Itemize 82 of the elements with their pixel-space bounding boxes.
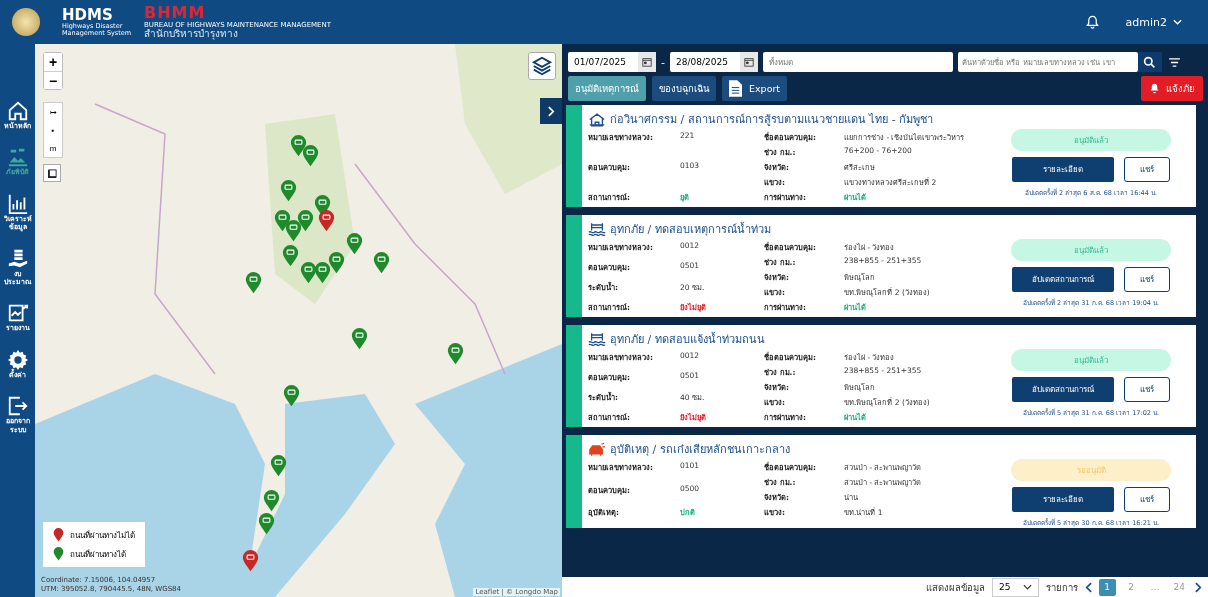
date-to-field[interactable]: 28/08/2025: [670, 52, 758, 72]
square-icon: [47, 168, 57, 178]
logout-icon: [6, 395, 29, 418]
map-pin[interactable]: [346, 233, 363, 255]
map-pin[interactable]: [373, 252, 390, 274]
tab[interactable]: ของบฉุกเฉิน: [652, 76, 716, 101]
detail-button[interactable]: อัปเดตสถานการณ์: [1012, 267, 1114, 292]
document-icon: [729, 80, 742, 97]
report-disaster-button[interactable]: แจ้งภัย: [1141, 76, 1203, 101]
bar-chart-icon: [6, 192, 29, 215]
date-separator: -: [661, 55, 665, 69]
agency-name: สำนักบริหารบำรุงทาง: [144, 29, 239, 40]
map-pin[interactable]: [245, 272, 262, 294]
bhmm-logo-text: BHMM: [144, 4, 206, 21]
disaster-scene-icon: [6, 146, 29, 169]
map-pin[interactable]: [314, 262, 331, 284]
page-button[interactable]: 1: [1098, 578, 1116, 596]
coins-hand-icon: [6, 247, 29, 270]
status-badge: อนุมัติแล้ว: [1011, 349, 1171, 371]
filter-icon[interactable]: [1169, 57, 1180, 67]
items-label: รายการ: [1045, 580, 1078, 595]
map-pin[interactable]: [328, 252, 345, 274]
page-size-select[interactable]: 25: [992, 577, 1039, 597]
incident-title[interactable]: อุบัติเหตุ / รถเก๋งเสียหลักชนเกาะกลาง: [610, 440, 790, 458]
bell-icon: [1149, 83, 1160, 94]
date-from-field[interactable]: 01/07/2025: [568, 52, 656, 72]
share-button[interactable]: แชร์: [1124, 487, 1170, 512]
settings-icon: [6, 348, 29, 371]
map-pin[interactable]: [258, 513, 275, 535]
incident-title[interactable]: อุทกภัย / ทดสอบเหตุการณ์น้ำท่วม: [610, 220, 771, 238]
chevron-down-icon: [1022, 584, 1032, 590]
map-pin[interactable]: [285, 220, 302, 242]
incident-title[interactable]: อุทกภัย / ทดสอบแจ้งน้ำท่วมถนน: [610, 330, 765, 348]
search-button[interactable]: [1138, 52, 1162, 72]
page-size-label: แสดงผลข้อมูล: [926, 580, 986, 595]
home-icon: [6, 100, 29, 122]
map-pin[interactable]: [283, 385, 300, 407]
zoom-out-button[interactable]: −: [44, 71, 62, 89]
export-button[interactable]: Export: [722, 76, 788, 101]
calendar-icon: [744, 57, 754, 67]
share-button[interactable]: แชร์: [1124, 267, 1170, 292]
map-pin[interactable]: [447, 343, 464, 365]
share-button[interactable]: แชร์: [1124, 157, 1170, 182]
status-badge: อนุมัติแล้ว: [1011, 239, 1171, 261]
chevron-right-icon[interactable]: [1195, 581, 1202, 593]
map-pin[interactable]: [290, 135, 307, 157]
chevron-right-icon: [547, 105, 555, 117]
layers-button[interactable]: [528, 52, 556, 80]
damaged-house-icon: [588, 111, 606, 127]
flooded-road-icon: [588, 331, 606, 347]
flooded-road-icon: [588, 221, 606, 237]
map-pin[interactable]: [351, 328, 368, 350]
detail-button[interactable]: รายละเอียด: [1012, 157, 1114, 182]
share-button[interactable]: แชร์: [1124, 377, 1170, 402]
map-pin[interactable]: [302, 145, 319, 167]
calendar-icon: [642, 57, 652, 67]
user-menu[interactable]: admin2: [1119, 14, 1188, 30]
hdms-logo-text: HDMS: [62, 8, 113, 23]
emblem-logo: [12, 8, 40, 36]
detail-button[interactable]: รายละเอียด: [1012, 487, 1114, 512]
map-pin[interactable]: [242, 550, 259, 572]
legend-label: ถนนที่ผ่านทางได้: [70, 548, 126, 561]
map-pin[interactable]: [263, 490, 280, 512]
map-pin[interactable]: [300, 262, 317, 284]
status-badge: อนุมัติแล้ว: [1011, 129, 1171, 151]
map-pin[interactable]: [270, 455, 287, 477]
detail-button[interactable]: อัปเดตสถานการณ์: [1012, 377, 1114, 402]
map-pin[interactable]: [282, 245, 299, 267]
expand-panel-button[interactable]: [540, 98, 562, 124]
layers-icon: [531, 55, 553, 77]
status-badge: รออนุมัติ: [1011, 459, 1171, 481]
incident-title[interactable]: ก่อวินาศกรรม / สถานการณ์การสู้รบตามแนวชายแดน ไทย - กัมพูชา: [610, 110, 934, 128]
bell-icon[interactable]: [1084, 14, 1100, 30]
map-pin[interactable]: [318, 210, 335, 232]
chevron-left-icon[interactable]: [1084, 581, 1092, 593]
map-pin[interactable]: [280, 180, 297, 202]
legend-label: ถนนที่ผ่านทางไม่ได้: [70, 529, 135, 542]
crashed-car-icon: [588, 441, 606, 457]
category-field[interactable]: ทั้งหมด: [763, 52, 953, 72]
search-icon: [1143, 55, 1157, 69]
chevron-down-icon: [1173, 19, 1182, 25]
fullscreen-button[interactable]: [43, 164, 61, 182]
